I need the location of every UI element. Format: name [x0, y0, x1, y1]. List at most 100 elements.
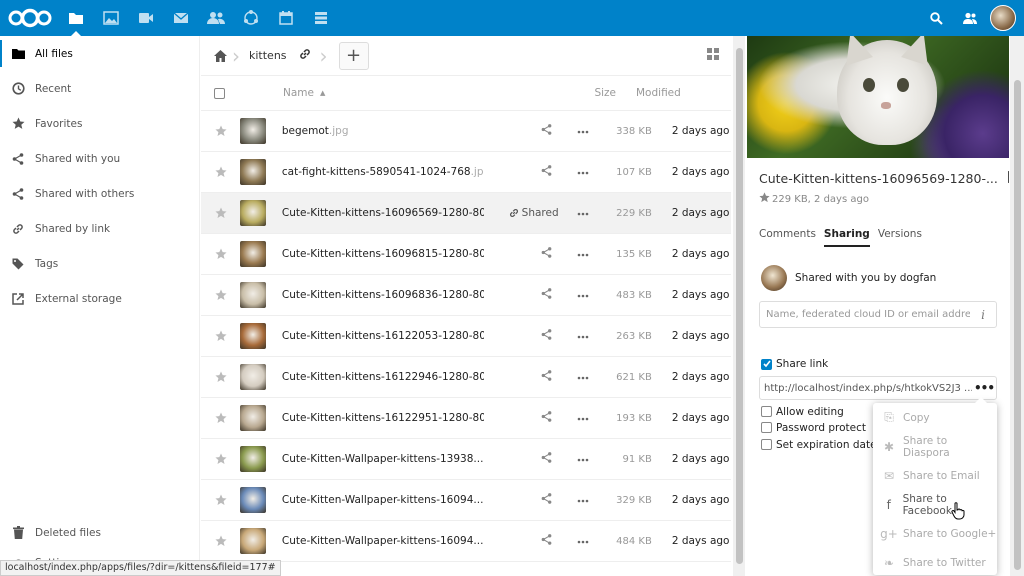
file-name[interactable]: Cute-Kitten-Wallpaper-kittens-13938....j… [282, 453, 484, 465]
file-name[interactable]: cat-fight-kittens-5890541-1024-768.jpg [282, 166, 484, 178]
share-icon[interactable] [541, 329, 552, 343]
expiration-date-checkbox[interactable] [761, 439, 772, 450]
more-icon[interactable] [577, 535, 589, 547]
grid-view-icon[interactable] [707, 48, 719, 63]
table-row[interactable]: Cute-Kitten-Wallpaper-kittens-13938....j… [201, 439, 731, 480]
allow-editing-checkbox[interactable] [761, 406, 772, 417]
nav-external-storage[interactable]: External storage [0, 281, 199, 316]
file-thumbnail[interactable] [240, 241, 267, 267]
share-menu-item[interactable]: ✉ Share to Email [873, 461, 997, 490]
star-icon[interactable] [759, 192, 772, 206]
table-row[interactable]: Cute-Kitten-kittens-16122951-1280-800.jp… [201, 398, 731, 439]
deck-icon[interactable] [303, 0, 338, 36]
gallery-icon[interactable] [93, 0, 128, 36]
select-all-checkbox[interactable] [213, 87, 225, 99]
more-icon[interactable] [577, 453, 589, 465]
favorite-star-icon[interactable] [201, 535, 240, 547]
share-icon[interactable] [541, 370, 552, 384]
file-thumbnail[interactable] [240, 159, 267, 185]
favorite-star-icon[interactable] [201, 412, 240, 424]
share-icon[interactable] [541, 288, 552, 302]
user-avatar[interactable] [990, 5, 1016, 31]
breadcrumb-folder[interactable]: kittens [243, 49, 293, 62]
files-icon[interactable] [58, 0, 93, 36]
file-name[interactable]: Cute-Kitten-kittens-16096569-1280-800.jp… [282, 207, 484, 219]
file-name[interactable]: Cute-Kitten-kittens-16122951-1280-800.jp… [282, 412, 484, 424]
file-name[interactable]: Cute-Kitten-Wallpaper-kittens-16094....j… [282, 535, 484, 547]
contacts-menu-icon[interactable] [953, 0, 986, 36]
tab-comments[interactable]: Comments [759, 228, 816, 247]
share-menu-item[interactable]: ✱ Share to Diaspora [873, 432, 997, 461]
file-name[interactable]: Cute-Kitten-kittens-16096836-1280-800.jp… [282, 289, 484, 301]
file-thumbnail[interactable] [240, 405, 267, 431]
share-link-checkbox[interactable] [761, 358, 772, 370]
nextcloud-logo[interactable] [2, 0, 58, 36]
mail-icon[interactable] [163, 0, 198, 36]
file-thumbnail[interactable] [240, 487, 267, 513]
table-row[interactable]: cat-fight-kittens-5890541-1024-768.jpg 10… [201, 152, 731, 193]
table-row[interactable]: Cute-Kitten-kittens-16096836-1280-800.jp… [201, 275, 731, 316]
file-name[interactable]: Cute-Kitten-kittens-16122946-1280-800.jp… [282, 371, 484, 383]
shared-indicator[interactable]: Shared [509, 207, 559, 219]
file-thumbnail[interactable] [240, 446, 267, 472]
share-menu-item[interactable]: ❧ Share to Twitter [873, 548, 997, 576]
new-button[interactable]: + [338, 41, 369, 70]
more-icon[interactable] [577, 207, 589, 219]
favorite-star-icon[interactable] [201, 330, 240, 342]
search-icon[interactable] [920, 0, 953, 36]
favorite-star-icon[interactable] [201, 125, 240, 137]
share-icon[interactable] [541, 124, 552, 138]
file-thumbnail[interactable] [240, 364, 267, 390]
share-icon[interactable] [541, 165, 552, 179]
share-icon[interactable] [541, 247, 552, 261]
favorite-star-icon[interactable] [201, 289, 240, 301]
allow-editing-label[interactable]: Allow editing [776, 406, 844, 418]
more-icon[interactable] [577, 289, 589, 301]
more-icon[interactable] [577, 330, 589, 342]
table-row[interactable]: begemot.jpg 338 KB 2 days ago [201, 111, 731, 152]
file-thumbnail[interactable] [240, 118, 267, 144]
file-name[interactable]: begemot.jpg [282, 125, 484, 137]
contacts-icon[interactable] [198, 0, 233, 36]
clipboard-icon[interactable] [1007, 170, 1009, 186]
favorite-star-icon[interactable] [201, 248, 240, 260]
share-link-label[interactable]: Share link [776, 358, 828, 370]
sidebar-scrollbar[interactable] [1010, 36, 1024, 576]
favorite-star-icon[interactable] [201, 453, 240, 465]
more-icon[interactable]: ••• [972, 381, 996, 395]
table-row[interactable]: Cute-Kitten-kittens-16122053-1280-800.jp… [201, 316, 731, 357]
table-row[interactable]: Cute-Kitten-Wallpaper-kittens-16094....j… [201, 480, 731, 521]
share-icon[interactable] [541, 534, 552, 548]
share-search-input[interactable]: Name, federated cloud ID or email addre.… [759, 301, 997, 328]
favorite-star-icon[interactable] [201, 166, 240, 178]
table-row[interactable]: Cute-Kitten-Wallpaper-kittens-16094....j… [201, 521, 731, 562]
more-icon[interactable] [577, 494, 589, 506]
file-list-scrollbar[interactable] [733, 36, 745, 576]
nav-tags[interactable]: Tags [0, 246, 199, 281]
info-icon[interactable]: i [970, 308, 996, 322]
more-icon[interactable] [577, 371, 589, 383]
file-thumbnail[interactable] [240, 282, 267, 308]
file-name[interactable]: Cute-Kitten-kittens-16096815-1280-800.jp… [282, 248, 484, 260]
file-thumbnail[interactable] [240, 200, 267, 226]
file-thumbnail[interactable] [240, 528, 267, 554]
favorite-star-icon[interactable] [201, 494, 240, 506]
nav-deleted-files[interactable]: Deleted files [0, 515, 199, 550]
more-icon[interactable] [577, 125, 589, 137]
nav-all-files[interactable]: All files [0, 36, 199, 71]
column-name[interactable]: Name ▲ [241, 87, 446, 99]
share-menu-item[interactable]: f Share to Facebook [873, 490, 997, 519]
table-row[interactable]: Cute-Kitten-kittens-16122946-1280-800.jp… [201, 357, 731, 398]
file-name[interactable]: Cute-Kitten-kittens-16122053-1280-800.jp… [282, 330, 484, 342]
tab-sharing[interactable]: Sharing [823, 228, 870, 247]
nav-recent[interactable]: Recent [0, 71, 199, 106]
password-protect-label[interactable]: Password protect [776, 422, 866, 434]
share-menu-item[interactable]: g+ Share to Google+ [873, 519, 997, 548]
link-icon[interactable] [299, 48, 311, 63]
circles-icon[interactable] [233, 0, 268, 36]
more-icon[interactable] [577, 412, 589, 424]
home-icon[interactable] [211, 49, 229, 62]
share-menu-item[interactable]: ⎘ Copy [873, 403, 997, 432]
share-icon[interactable] [541, 411, 552, 425]
scrollbar-thumb[interactable] [736, 48, 743, 564]
